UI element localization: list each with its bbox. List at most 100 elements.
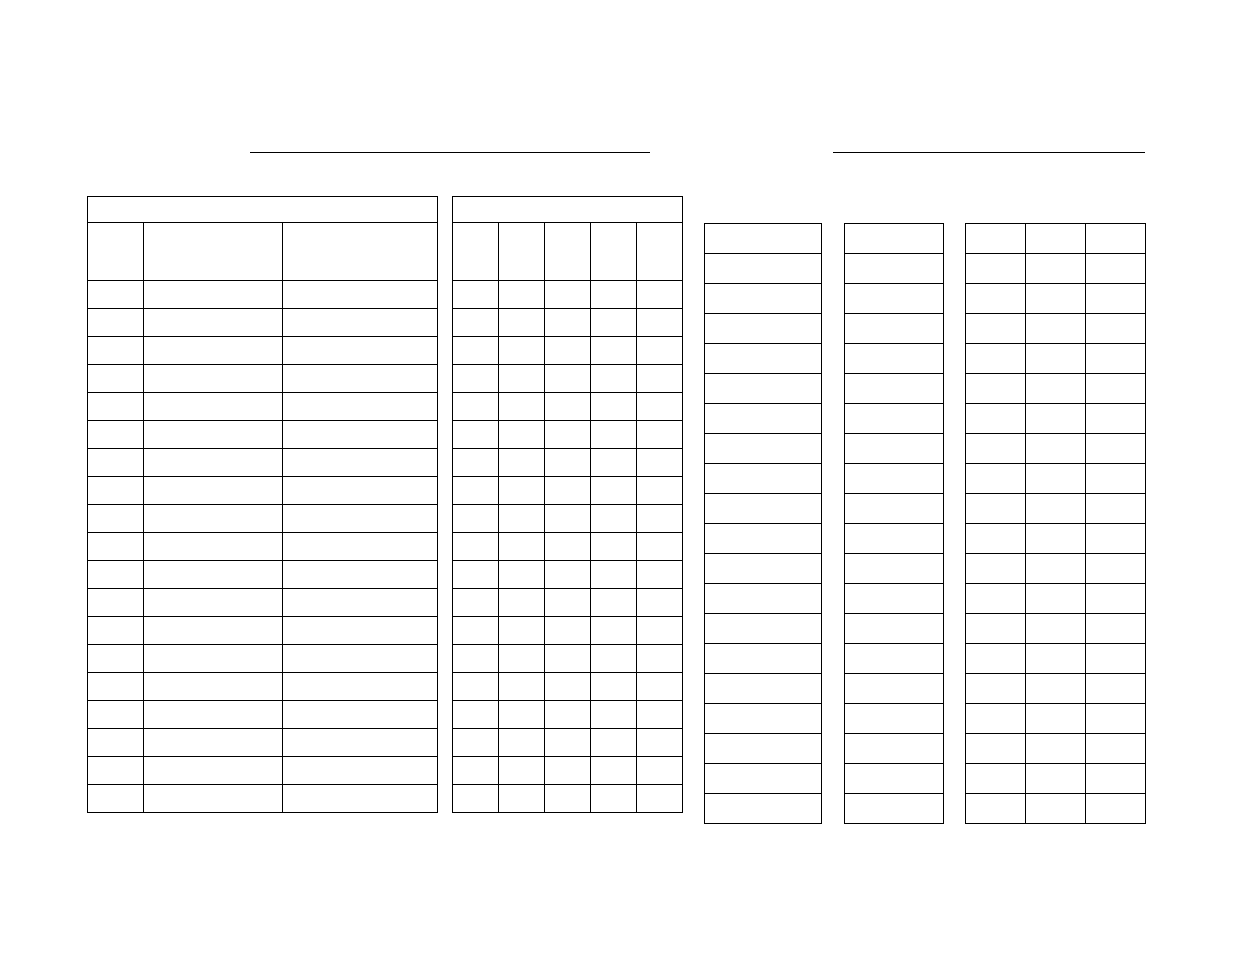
t2-cell[interactable] [453, 673, 499, 701]
t2-cell[interactable] [499, 561, 545, 589]
t2-cell[interactable] [545, 673, 591, 701]
t2-cell[interactable] [637, 673, 683, 701]
t5-cell[interactable] [1086, 284, 1146, 314]
t2-cell[interactable] [545, 785, 591, 813]
t2-cell[interactable] [591, 337, 637, 365]
t5-cell[interactable] [1026, 284, 1086, 314]
t4-cell[interactable] [845, 704, 944, 734]
t4-cell[interactable] [845, 374, 944, 404]
t5-cell[interactable] [1086, 314, 1146, 344]
t2-cell[interactable] [591, 645, 637, 673]
t5-cell[interactable] [966, 254, 1026, 284]
t5-cell[interactable] [1086, 584, 1146, 614]
t5-cell[interactable] [966, 524, 1026, 554]
t1-cell[interactable] [88, 757, 144, 785]
t1-cell[interactable] [88, 673, 144, 701]
t1-cell[interactable] [88, 337, 144, 365]
t2-cell[interactable] [453, 477, 499, 505]
t5-cell[interactable] [1026, 374, 1086, 404]
t5-cell[interactable] [1026, 584, 1086, 614]
t2-cell[interactable] [591, 281, 637, 309]
t5-cell[interactable] [1086, 734, 1146, 764]
t1-cell[interactable] [283, 421, 438, 449]
t2-cell[interactable] [637, 477, 683, 505]
t5-cell[interactable] [1086, 554, 1146, 584]
t2-cell[interactable] [545, 701, 591, 729]
t2-cell[interactable] [545, 533, 591, 561]
t1-cell[interactable] [144, 533, 283, 561]
t1-cell[interactable] [144, 645, 283, 673]
t2-cell[interactable] [453, 589, 499, 617]
t2-cell[interactable] [499, 421, 545, 449]
t5-cell[interactable] [1026, 254, 1086, 284]
t5-cell[interactable] [1026, 344, 1086, 374]
t1-cell[interactable] [144, 365, 283, 393]
t2-cell[interactable] [545, 757, 591, 785]
t5-cell[interactable] [1086, 404, 1146, 434]
t2-cell[interactable] [499, 701, 545, 729]
t5-cell[interactable] [1026, 704, 1086, 734]
t2-cell[interactable] [499, 281, 545, 309]
t5-cell[interactable] [966, 794, 1026, 824]
t2-cell[interactable] [453, 281, 499, 309]
t5-cell[interactable] [1086, 434, 1146, 464]
t2-cell[interactable] [591, 365, 637, 393]
t5-cell[interactable] [1086, 494, 1146, 524]
t4-cell[interactable] [845, 284, 944, 314]
t5-cell[interactable] [1026, 464, 1086, 494]
t1-cell[interactable] [88, 617, 144, 645]
t2-cell[interactable] [453, 729, 499, 757]
t4-cell[interactable] [845, 794, 944, 824]
t4-cell[interactable] [845, 674, 944, 704]
t2-cell[interactable] [637, 561, 683, 589]
t2-cell[interactable] [637, 757, 683, 785]
t2-cell[interactable] [499, 393, 545, 421]
t1-cell[interactable] [88, 477, 144, 505]
t5-cell[interactable] [966, 584, 1026, 614]
t4-cell[interactable] [845, 524, 944, 554]
t3-cell[interactable] [705, 704, 822, 734]
t5-cell[interactable] [966, 764, 1026, 794]
t3-cell[interactable] [705, 374, 822, 404]
t3-cell[interactable] [705, 614, 822, 644]
t2-cell[interactable] [591, 757, 637, 785]
t3-cell[interactable] [705, 254, 822, 284]
t5-cell[interactable] [966, 644, 1026, 674]
t2-cell[interactable] [545, 365, 591, 393]
t3-cell[interactable] [705, 794, 822, 824]
t2-cell[interactable] [637, 393, 683, 421]
t2-cell[interactable] [499, 309, 545, 337]
t5-cell[interactable] [1026, 644, 1086, 674]
t1-cell[interactable] [283, 757, 438, 785]
t1-cell[interactable] [283, 673, 438, 701]
t5-cell[interactable] [1026, 674, 1086, 704]
t2-cell[interactable] [545, 449, 591, 477]
t2-cell[interactable] [453, 393, 499, 421]
t5-cell[interactable] [966, 614, 1026, 644]
t5-cell[interactable] [1026, 494, 1086, 524]
t2-cell[interactable] [637, 309, 683, 337]
t1-cell[interactable] [144, 393, 283, 421]
t2-cell[interactable] [499, 365, 545, 393]
t1-cell[interactable] [144, 589, 283, 617]
t5-cell[interactable] [1086, 254, 1146, 284]
t1-cell[interactable] [144, 477, 283, 505]
t5-cell[interactable] [1026, 314, 1086, 344]
t1-cell[interactable] [144, 729, 283, 757]
t5-cell[interactable] [966, 494, 1026, 524]
t2-cell[interactable] [453, 505, 499, 533]
t5-cell[interactable] [1086, 224, 1146, 254]
t2-cell[interactable] [545, 309, 591, 337]
t1-cell[interactable] [88, 505, 144, 533]
t4-cell[interactable] [845, 404, 944, 434]
t2-cell[interactable] [453, 757, 499, 785]
t2-cell[interactable] [591, 729, 637, 757]
t5-cell[interactable] [1026, 434, 1086, 464]
t4-cell[interactable] [845, 434, 944, 464]
t5-cell[interactable] [966, 374, 1026, 404]
t5-cell[interactable] [966, 434, 1026, 464]
t1-cell[interactable] [88, 785, 144, 813]
t5-cell[interactable] [966, 734, 1026, 764]
t2-cell[interactable] [499, 645, 545, 673]
t5-cell[interactable] [1086, 614, 1146, 644]
